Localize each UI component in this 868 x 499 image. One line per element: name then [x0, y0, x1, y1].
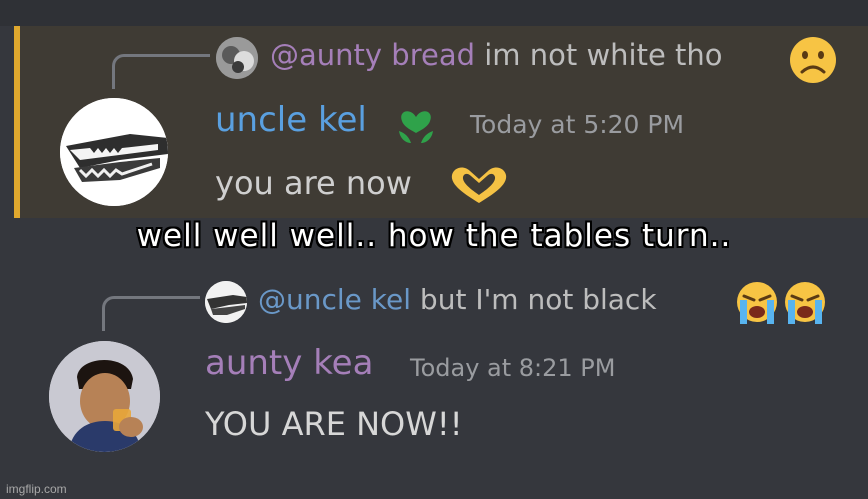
frowning-face-icon: [788, 35, 838, 89]
imgflip-watermark: imgflip.com: [6, 482, 67, 496]
reply-mention-2[interactable]: @uncle kel: [258, 283, 411, 316]
reply-preview-text-2: but I'm not black: [419, 283, 657, 316]
message-content-1: you are now: [215, 164, 412, 202]
author-name-aunty-kea[interactable]: aunty kea: [205, 343, 373, 383]
message-content-2: YOU ARE NOW!!: [205, 405, 463, 443]
reply-spine: [112, 54, 210, 89]
avatar-uncle-kel[interactable]: [60, 98, 168, 206]
timestamp-message-2[interactable]: Today at 8:21 PM: [410, 354, 616, 382]
timestamp-message-1[interactable]: Today at 5:20 PM: [470, 110, 684, 139]
reply-line-2[interactable]: @uncle kel but I'm not black: [258, 283, 657, 316]
reply-mention[interactable]: @aunty bread: [270, 38, 475, 72]
highlight-accent-bar: [14, 26, 20, 218]
green-role-icon: [393, 103, 439, 153]
heart-hands-icon: [446, 163, 512, 211]
reply-avatar-uncle-kel[interactable]: [205, 281, 247, 323]
avatar-aunty-kea[interactable]: [49, 341, 160, 452]
meme-caption: well well well.. how the tables turn..: [136, 218, 732, 254]
reply-line-1[interactable]: @aunty bread im not white tho: [270, 38, 723, 72]
reply-preview-text: im not white tho: [484, 38, 723, 72]
reply-avatar-aunty-bread[interactable]: [216, 37, 258, 79]
reply-spine-2: [102, 296, 200, 331]
loudly-crying-face-icon: [734, 280, 830, 330]
top-strip: [0, 0, 868, 26]
author-name-uncle-kel[interactable]: uncle kel: [215, 100, 367, 140]
